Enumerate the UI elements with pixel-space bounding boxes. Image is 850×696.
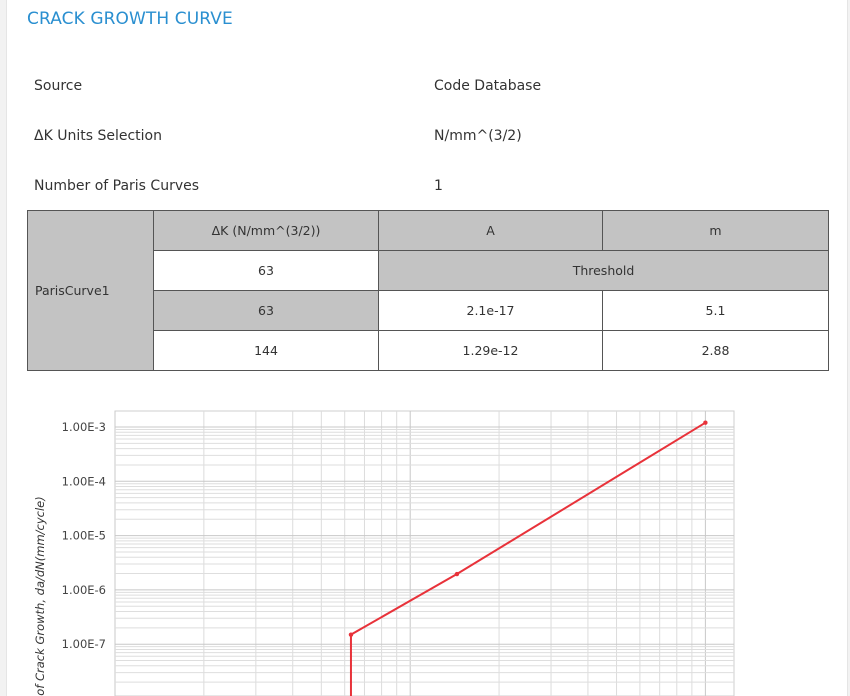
threshold-label-cell: Threshold [378, 250, 829, 291]
table-header-row: ParisCurve1 ΔK (N/mm^(3/2)) A m [27, 210, 829, 371]
source-value: Code Database [434, 78, 542, 94]
y-tick-label: 1.00E-7 [62, 637, 106, 651]
y-tick-label: 1.00E-4 [62, 474, 106, 488]
header-m: m [602, 210, 829, 251]
section-title: CRACK GROWTH CURVE [27, 9, 233, 29]
y-axis-label: of Crack Growth, da/dN(mm/cycle) [33, 496, 47, 695]
dk-units-label: ΔK Units Selection [34, 128, 162, 144]
a-cell: 1.29e-12 [378, 330, 603, 371]
paris-count-value: 1 [434, 178, 443, 194]
header-a: A [378, 210, 603, 251]
source-label: Source [34, 78, 83, 94]
y-tick-label: 1.00E-6 [62, 583, 106, 597]
header-dk: ΔK (N/mm^(3/2)) [153, 210, 379, 251]
data-point [348, 632, 354, 637]
dk-cell: 144 [153, 330, 379, 371]
paris-curve-table: ParisCurve1 ΔK (N/mm^(3/2)) A m 63 Thres… [27, 210, 829, 371]
m-cell: 5.1 [602, 290, 829, 331]
data-point [703, 420, 708, 425]
m-cell: 2.88 [602, 330, 829, 371]
y-tick-label: 1.00E-3 [62, 420, 106, 434]
dk-cell: 63 [153, 290, 379, 331]
threshold-dk-cell: 63 [153, 250, 379, 291]
y-tick-label: 1.00E-5 [62, 529, 106, 543]
paris-curve-name: ParisCurve1 [27, 210, 154, 371]
a-cell: 2.1e-17 [378, 290, 603, 331]
dk-units-value: N/mm^(3/2) [434, 128, 522, 144]
data-point [454, 571, 460, 577]
plot-area [114, 410, 735, 696]
chart-grid [114, 410, 735, 696]
y-axis-ticks: 1.00E-3 1.00E-4 1.00E-5 1.00E-6 1.00E-7 [62, 420, 106, 651]
paris-count-label: Number of Paris Curves [34, 178, 200, 194]
crack-growth-chart: 1.00E-3 1.00E-4 1.00E-5 1.00E-6 1.00E-7 of C… [33, 410, 735, 696]
